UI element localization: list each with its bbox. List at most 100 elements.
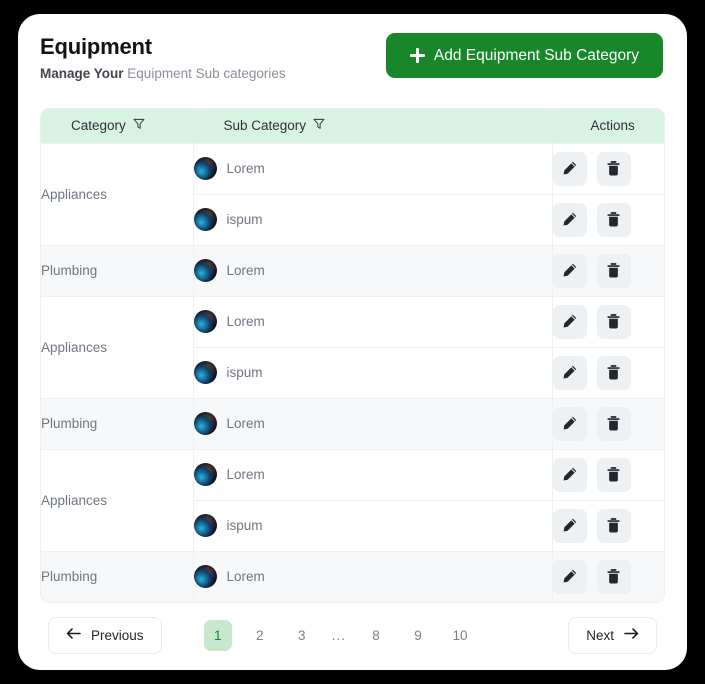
actions-cell xyxy=(552,193,664,245)
page-number-button[interactable]: 3 xyxy=(288,620,316,651)
category-label: Plumbing xyxy=(41,263,98,278)
sub-category-cell: Lorem xyxy=(193,397,553,449)
delete-row-button[interactable] xyxy=(596,406,631,441)
sub-category-cell: Lorem xyxy=(193,295,553,347)
category-label: Appliances xyxy=(41,492,108,508)
page-number-button[interactable]: 2 xyxy=(246,620,274,651)
planet-avatar xyxy=(193,361,217,384)
delete-row-button[interactable] xyxy=(596,151,631,186)
page-number-button[interactable]: 9 xyxy=(404,620,432,651)
page-title: Equipment xyxy=(40,34,152,59)
planet-avatar xyxy=(193,412,217,435)
sub-category-label: Lorem xyxy=(226,263,265,278)
actions-cell xyxy=(552,397,664,449)
sub-category-label: ispum xyxy=(226,518,263,533)
pencil-icon xyxy=(561,211,578,228)
pencil-icon xyxy=(561,415,578,432)
delete-row-button[interactable] xyxy=(596,559,631,594)
delete-row-button[interactable] xyxy=(596,253,631,288)
category-cell: Plumbing xyxy=(41,244,194,296)
edit-row-button[interactable] xyxy=(552,406,587,441)
add-button-label: Add Equipment Sub Category xyxy=(433,46,639,64)
edit-row-button[interactable] xyxy=(552,202,587,237)
actions-cell xyxy=(552,499,664,551)
page-number-button[interactable]: 8 xyxy=(362,620,390,651)
next-page-label: Next xyxy=(586,627,614,643)
filter-icon[interactable] xyxy=(133,118,145,133)
actions-cell xyxy=(552,244,664,296)
trash-icon xyxy=(605,466,622,483)
category-label: Appliances xyxy=(41,186,108,202)
column-header-category: Category xyxy=(41,109,194,143)
sub-category-label: Lorem xyxy=(226,416,265,431)
page-number-button[interactable]: 1 xyxy=(203,619,232,651)
edit-row-button[interactable] xyxy=(552,457,587,492)
edit-row-button[interactable] xyxy=(552,355,587,390)
table-row: Plumbing Lorem xyxy=(41,244,664,296)
sub-category-label: Lorem xyxy=(226,569,265,585)
delete-row-button[interactable] xyxy=(596,355,631,390)
table-header-row: Category Sub Category Actions xyxy=(41,109,664,143)
pencil-icon xyxy=(561,466,578,483)
planet-avatar xyxy=(193,208,217,231)
edit-row-button[interactable] xyxy=(552,559,587,594)
pencil-icon xyxy=(561,313,578,330)
equipment-table: Category Sub Category Actions Appliances… xyxy=(40,108,665,603)
page-subtitle-rest: Equipment Sub categories xyxy=(127,66,286,82)
previous-page-label: Previous xyxy=(91,627,144,643)
trash-icon xyxy=(605,568,622,585)
trash-icon xyxy=(605,313,622,330)
sub-category-cell: Lorem xyxy=(193,448,553,500)
category-label: Plumbing xyxy=(41,416,98,431)
delete-row-button[interactable] xyxy=(596,304,631,339)
sub-category-cell: ispum xyxy=(193,346,553,398)
sub-category-label: Lorem xyxy=(226,314,265,329)
category-cell: Appliances xyxy=(41,448,194,551)
sub-category-cell: Lorem xyxy=(193,244,553,296)
sub-category-cell: Lorem xyxy=(193,142,553,194)
filter-icon[interactable] xyxy=(313,118,325,133)
edit-row-button[interactable] xyxy=(552,508,587,543)
actions-cell xyxy=(552,448,664,500)
category-cell: Plumbing xyxy=(41,550,194,602)
category-label: Appliances xyxy=(41,339,108,355)
trash-icon xyxy=(605,262,622,279)
sub-category-cell: ispum xyxy=(193,193,553,245)
pagination: Previous 1 2 3... 8 9 10 Next xyxy=(40,604,665,666)
table-row: Plumbing Lorem xyxy=(41,550,664,602)
equipment-card: Equipment Manage Your Equipment Sub cate… xyxy=(18,14,687,670)
page-subtitle-lead: Manage Your xyxy=(40,66,124,82)
sub-category-label: ispum xyxy=(226,365,263,380)
actions-cell xyxy=(552,550,664,602)
page-ellipsis: ... xyxy=(331,627,347,643)
table-row: Plumbing Lorem xyxy=(41,397,664,449)
plus-icon xyxy=(409,48,425,63)
edit-row-button[interactable] xyxy=(552,151,587,186)
page-number-list: 1 2 3... 8 9 10 xyxy=(203,619,474,651)
edit-row-button[interactable] xyxy=(552,304,587,339)
previous-page-button[interactable]: Previous xyxy=(48,616,162,654)
table-row: Appliances Lorem xyxy=(41,142,664,245)
delete-row-button[interactable] xyxy=(596,508,631,543)
sub-category-label: Lorem xyxy=(226,161,265,176)
pencil-icon xyxy=(561,568,578,585)
table-header: Category Sub Category Actions xyxy=(41,109,664,143)
add-equipment-sub-category-button[interactable]: Add Equipment Sub Category xyxy=(385,33,663,78)
actions-cell xyxy=(552,142,664,194)
table-row: Appliances Lorem xyxy=(41,295,664,398)
trash-icon xyxy=(605,415,622,432)
category-cell: Appliances xyxy=(41,142,194,245)
trash-icon xyxy=(605,364,622,381)
delete-row-button[interactable] xyxy=(596,202,631,237)
planet-avatar xyxy=(193,514,217,537)
column-header-subcategory: Sub Category xyxy=(193,109,553,143)
column-header-actions-label: Actions xyxy=(590,118,635,134)
next-page-button[interactable]: Next xyxy=(568,616,657,654)
page-number-button[interactable]: 10 xyxy=(446,620,474,651)
edit-row-button[interactable] xyxy=(552,253,587,288)
arrow-right-icon xyxy=(624,627,639,643)
delete-row-button[interactable] xyxy=(596,457,631,492)
pencil-icon xyxy=(561,262,578,279)
arrow-left-icon xyxy=(66,627,81,643)
table-body: Appliances Lorem ispum Plumbing Lorem Applian… xyxy=(41,142,664,602)
